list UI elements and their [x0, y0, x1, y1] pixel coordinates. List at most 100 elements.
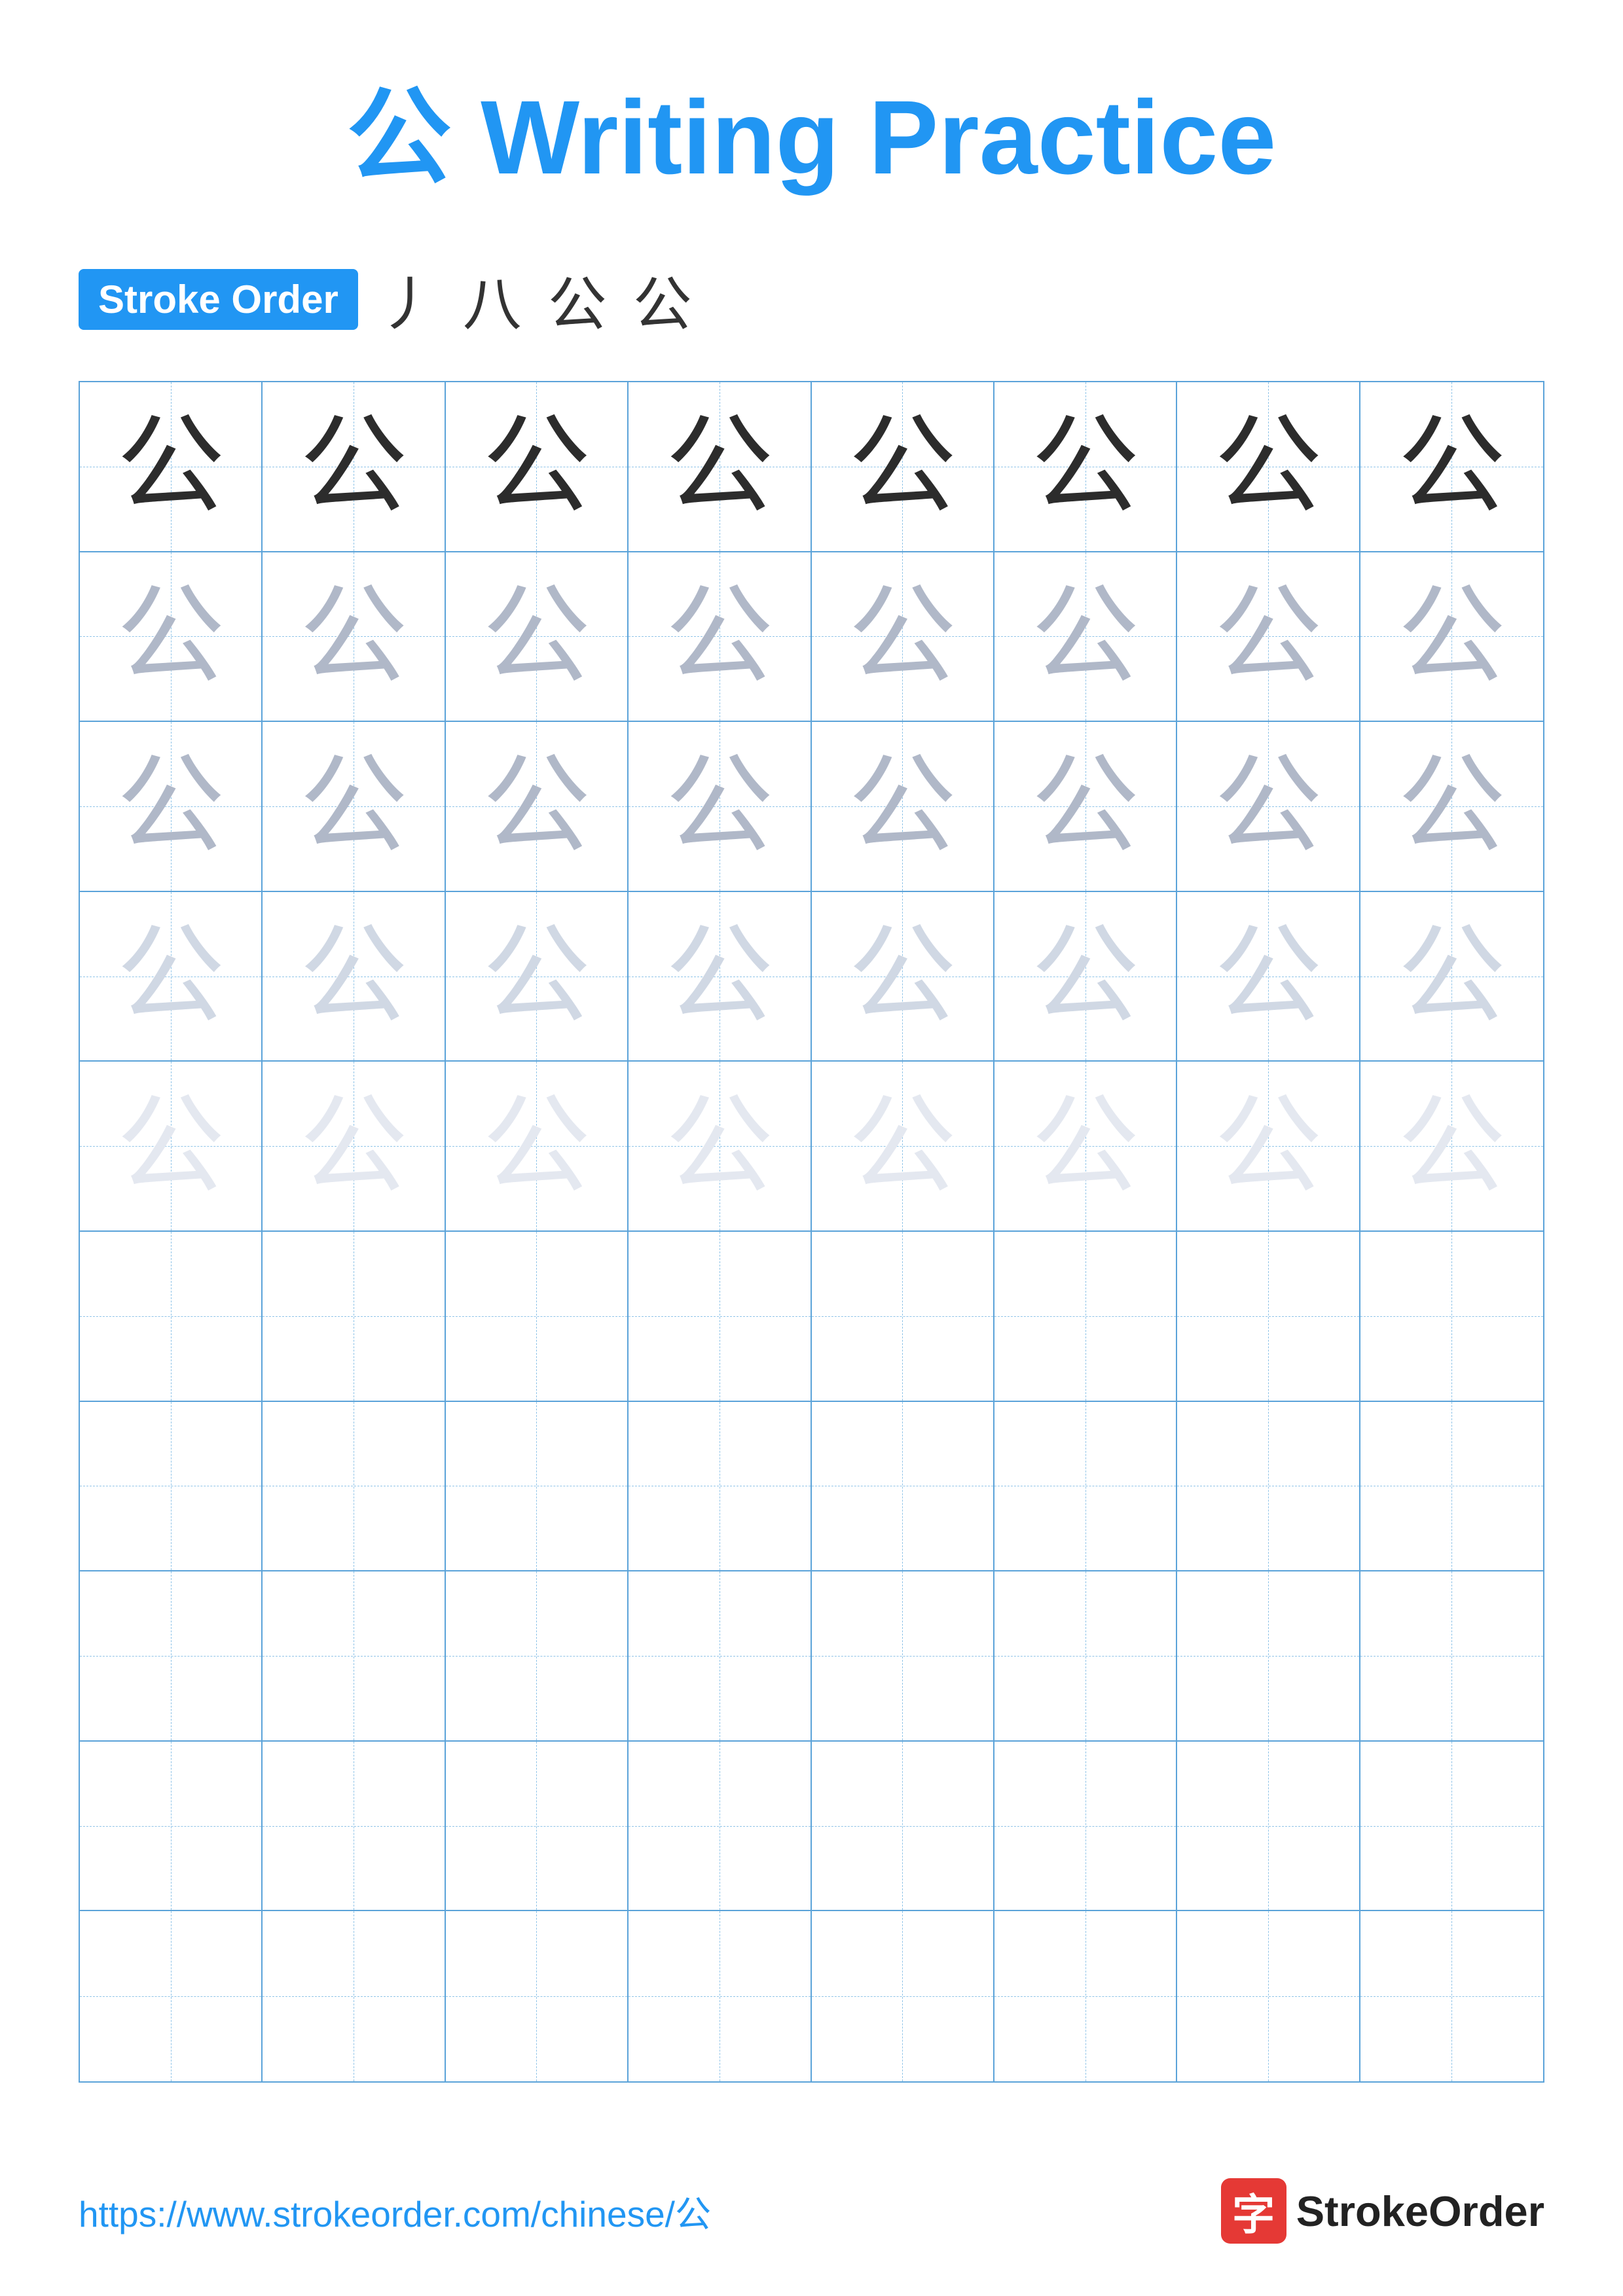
- grid-cell[interactable]: 公: [1360, 382, 1543, 552]
- grid-cell[interactable]: 公: [629, 1062, 811, 1232]
- stroke-2: 八: [463, 257, 535, 342]
- grid-cell[interactable]: 公: [263, 382, 445, 552]
- stroke-1: 丿: [378, 257, 450, 342]
- grid-cell[interactable]: 公: [1177, 382, 1360, 552]
- cell-character: 公: [1031, 1092, 1139, 1200]
- grid-cell[interactable]: 公: [1360, 722, 1543, 892]
- grid-cell[interactable]: 公: [994, 1062, 1177, 1232]
- cell-character: 公: [1214, 583, 1322, 691]
- grid-cell[interactable]: [446, 1911, 629, 2081]
- cell-character: 公: [300, 412, 408, 520]
- cell-character: 公: [848, 1092, 957, 1200]
- grid-cell[interactable]: [629, 1911, 811, 2081]
- grid-cell[interactable]: [80, 1911, 263, 2081]
- grid-cell[interactable]: [80, 1742, 263, 1912]
- grid-cell[interactable]: 公: [80, 552, 263, 723]
- cell-character: 公: [1398, 412, 1506, 520]
- title-char: 公: [347, 79, 452, 196]
- cell-character: 公: [665, 1092, 773, 1200]
- grid-cell[interactable]: 公: [263, 892, 445, 1062]
- grid-cell[interactable]: 公: [1360, 892, 1543, 1062]
- grid-cell[interactable]: 公: [80, 892, 263, 1062]
- page-title: 公 Writing Practice: [79, 52, 1544, 204]
- grid-cell[interactable]: [994, 1402, 1177, 1572]
- grid-cell[interactable]: [80, 1571, 263, 1742]
- grid-cell[interactable]: [629, 1232, 811, 1402]
- grid-cell[interactable]: 公: [994, 382, 1177, 552]
- grid-cell[interactable]: [263, 1571, 445, 1742]
- grid-cell[interactable]: [629, 1571, 811, 1742]
- cell-character: 公: [848, 752, 957, 860]
- grid-cell[interactable]: [629, 1402, 811, 1572]
- cell-character: 公: [665, 412, 773, 520]
- grid-cell[interactable]: [994, 1571, 1177, 1742]
- grid-cell[interactable]: 公: [812, 722, 994, 892]
- grid-cell[interactable]: 公: [1177, 722, 1360, 892]
- grid-cell[interactable]: [446, 1571, 629, 1742]
- grid-cell[interactable]: [263, 1911, 445, 2081]
- grid-cell[interactable]: [1177, 1911, 1360, 2081]
- grid-cell[interactable]: [80, 1402, 263, 1572]
- grid-cell[interactable]: [994, 1911, 1177, 2081]
- grid-cell[interactable]: [80, 1232, 263, 1402]
- grid-cell[interactable]: [812, 1742, 994, 1912]
- grid-cell[interactable]: 公: [629, 892, 811, 1062]
- grid-cell[interactable]: 公: [1360, 552, 1543, 723]
- grid-cell[interactable]: [446, 1742, 629, 1912]
- grid-cell[interactable]: 公: [446, 382, 629, 552]
- grid-cell[interactable]: 公: [80, 1062, 263, 1232]
- grid-cell[interactable]: [263, 1742, 445, 1912]
- grid-cell[interactable]: [812, 1402, 994, 1572]
- grid-cell[interactable]: [446, 1402, 629, 1572]
- grid-cell[interactable]: 公: [994, 892, 1177, 1062]
- grid-cell[interactable]: [812, 1911, 994, 2081]
- grid-cell[interactable]: 公: [629, 382, 811, 552]
- grid-cell[interactable]: [263, 1402, 445, 1572]
- grid-cell[interactable]: 公: [994, 722, 1177, 892]
- grid-cell[interactable]: [1360, 1911, 1543, 2081]
- grid-cell[interactable]: [629, 1742, 811, 1912]
- grid-cell[interactable]: [994, 1742, 1177, 1912]
- grid-cell[interactable]: 公: [812, 892, 994, 1062]
- grid-cell[interactable]: [812, 1571, 994, 1742]
- grid-cell[interactable]: 公: [263, 722, 445, 892]
- cell-character: 公: [1398, 583, 1506, 691]
- grid-cell[interactable]: 公: [446, 1062, 629, 1232]
- grid-cell[interactable]: 公: [1177, 1062, 1360, 1232]
- grid-cell[interactable]: 公: [629, 722, 811, 892]
- cell-character: 公: [117, 752, 225, 860]
- cell-character: 公: [117, 1092, 225, 1200]
- stroke-order-section: Stroke Order 丿 八 公 公: [79, 257, 1544, 342]
- grid-cell[interactable]: [263, 1232, 445, 1402]
- grid-cell[interactable]: 公: [446, 892, 629, 1062]
- cell-character: 公: [848, 412, 957, 520]
- grid-cell[interactable]: 公: [812, 1062, 994, 1232]
- grid-cell[interactable]: 公: [994, 552, 1177, 723]
- cell-character: 公: [300, 1092, 408, 1200]
- grid-cell[interactable]: [1360, 1742, 1543, 1912]
- grid-cell[interactable]: [1360, 1232, 1543, 1402]
- grid-cell[interactable]: 公: [80, 722, 263, 892]
- grid-cell[interactable]: 公: [812, 552, 994, 723]
- grid-cell[interactable]: [1360, 1402, 1543, 1572]
- grid-cell[interactable]: [994, 1232, 1177, 1402]
- grid-cell[interactable]: [1177, 1402, 1360, 1572]
- grid-cell[interactable]: 公: [80, 382, 263, 552]
- grid-cell[interactable]: [446, 1232, 629, 1402]
- grid-cell[interactable]: 公: [812, 382, 994, 552]
- grid-cell[interactable]: [1360, 1571, 1543, 1742]
- grid-cell[interactable]: 公: [446, 552, 629, 723]
- grid-cell[interactable]: 公: [446, 722, 629, 892]
- grid-cell[interactable]: [1177, 1742, 1360, 1912]
- grid-cell[interactable]: 公: [1177, 552, 1360, 723]
- grid-cell[interactable]: [812, 1232, 994, 1402]
- grid-cell[interactable]: 公: [1360, 1062, 1543, 1232]
- brand-name: StrokeOrder: [1296, 2187, 1544, 2236]
- grid-cell[interactable]: 公: [263, 1062, 445, 1232]
- grid-cell[interactable]: [1177, 1571, 1360, 1742]
- grid-cell[interactable]: 公: [1177, 892, 1360, 1062]
- grid-cell[interactable]: 公: [263, 552, 445, 723]
- grid-cell[interactable]: [1177, 1232, 1360, 1402]
- cell-character: 公: [483, 752, 591, 860]
- grid-cell[interactable]: 公: [629, 552, 811, 723]
